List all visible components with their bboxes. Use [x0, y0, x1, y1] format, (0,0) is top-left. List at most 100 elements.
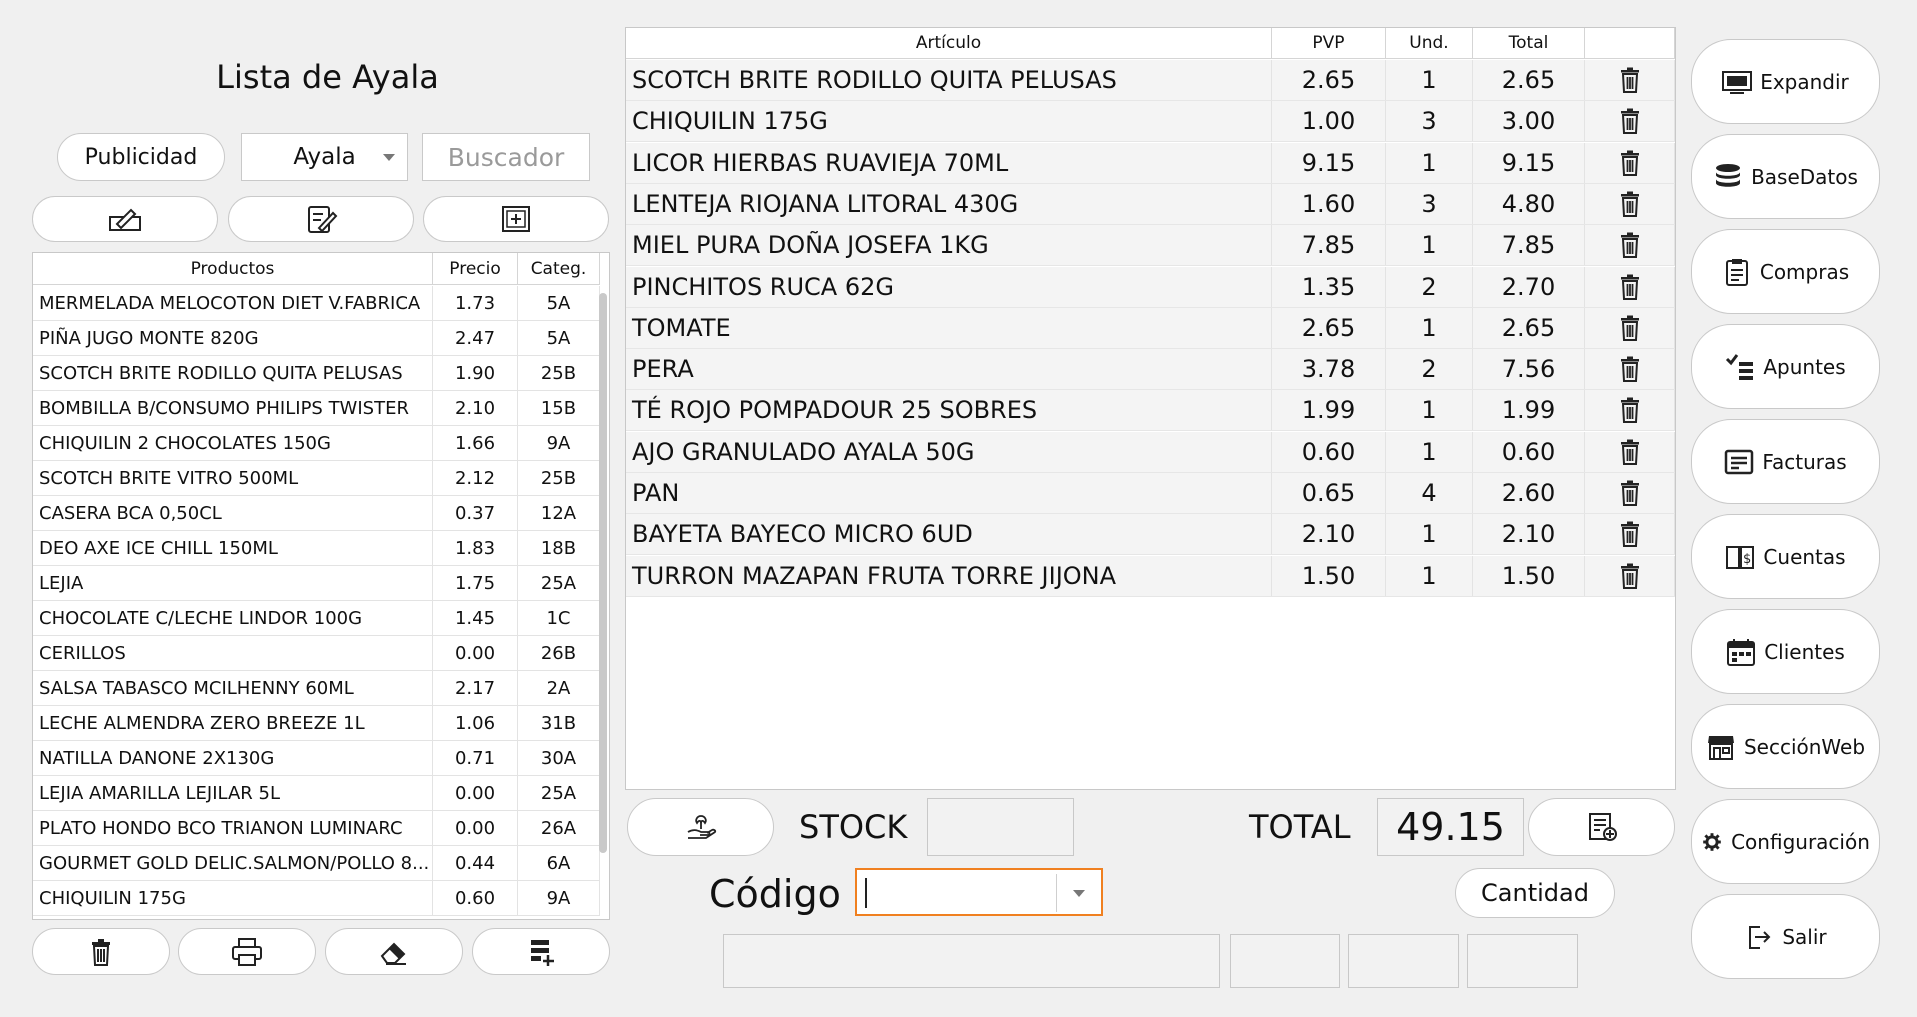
trash-icon[interactable] [1585, 555, 1675, 596]
product-price: 1.66 [433, 426, 518, 460]
cart-item-units: 3 [1386, 183, 1473, 224]
chevron-down-icon[interactable] [1073, 890, 1085, 897]
table-row[interactable]: MERMELADA MELOCOTON DIET V.FABRICA 1.73 5A [33, 286, 600, 321]
trash-icon[interactable] [1585, 101, 1675, 142]
trash-icon[interactable] [1585, 473, 1675, 513]
cart-item-units: 1 [1386, 555, 1473, 596]
table-row[interactable]: BAYETA BAYECO MICRO 6UD 2.10 1 2.10 [626, 514, 1675, 556]
trash-icon[interactable] [1585, 307, 1675, 348]
list-select[interactable]: Ayala [241, 133, 408, 181]
table-row[interactable]: PAN 0.65 4 2.60 [626, 473, 1675, 514]
table-row[interactable]: LEJIA 1.75 25A [33, 566, 600, 601]
add-row-button[interactable] [472, 928, 610, 975]
notes-button[interactable] [228, 196, 414, 242]
column-header-pvp[interactable]: PVP [1272, 28, 1386, 58]
column-header-precio[interactable]: Precio [433, 253, 518, 284]
column-header-total[interactable]: Total [1473, 28, 1585, 58]
codigo-input[interactable] [855, 868, 1103, 916]
trash-icon[interactable] [1585, 266, 1675, 307]
cart-item-name: TOMATE [626, 307, 1272, 348]
table-row[interactable]: PINCHITOS RUCA 62G 1.35 2 2.70 [626, 266, 1675, 308]
table-row[interactable]: LENTEJA RIOJANA LITORAL 430G 1.60 3 4.80 [626, 183, 1675, 225]
trash-icon[interactable] [1585, 349, 1675, 390]
table-row[interactable]: CASERA BCA 0,50CL 0.37 12A [33, 496, 600, 531]
trash-icon[interactable] [1585, 431, 1675, 472]
table-row[interactable]: BOMBILLA B/CONSUMO PHILIPS TWISTER 2.10 15… [33, 391, 600, 426]
table-row[interactable]: AJO GRANULADO AYALA 50G 0.60 1 0.60 [626, 431, 1675, 473]
products-table[interactable]: Productos Precio Categ. MERMELADA MELOCO… [32, 252, 610, 920]
stock-button[interactable] [627, 798, 774, 856]
column-header-categ[interactable]: Categ. [518, 253, 600, 284]
print-button[interactable] [178, 928, 316, 975]
configuracion-button[interactable]: Configuración [1691, 799, 1880, 884]
basedatos-button[interactable]: BaseDatos [1691, 134, 1880, 219]
table-row[interactable]: LEJIA AMARILLA LEJILAR 5L 0.00 25A [33, 776, 600, 811]
trash-icon[interactable] [1585, 225, 1675, 266]
text-caret [865, 878, 867, 908]
table-row[interactable]: SALSA TABASCO MCILHENNY 60ML 2.17 2A [33, 671, 600, 706]
publicidad-button[interactable]: Publicidad [57, 133, 225, 181]
trash-icon[interactable] [1585, 514, 1675, 555]
clear-button[interactable] [325, 928, 463, 975]
trash-icon[interactable] [1585, 183, 1675, 224]
cart-table[interactable]: Artículo PVP Und. Total SCOTCH BRITE ROD… [625, 27, 1676, 790]
checklist-icon [1726, 353, 1754, 380]
products-scrollbar[interactable] [599, 293, 607, 853]
cart-item-units: 2 [1386, 349, 1473, 390]
table-row[interactable]: CERILLOS 0.00 26B [33, 636, 600, 671]
compras-button[interactable]: Compras [1691, 229, 1880, 314]
table-row[interactable]: PERA 3.78 2 7.56 [626, 349, 1675, 391]
delete-list-button[interactable] [32, 928, 170, 975]
product-price: 2.10 [433, 391, 518, 425]
cart-item-pvp: 0.60 [1272, 431, 1386, 472]
table-row[interactable]: MIEL PURA DOÑA JOSEFA 1KG 7.85 1 7.85 [626, 225, 1675, 267]
table-row[interactable]: LECHE ALMENDRA ZERO BREEZE 1L 1.06 31B [33, 706, 600, 741]
search-input[interactable]: Buscador [422, 133, 590, 181]
trash-icon[interactable] [1585, 142, 1675, 183]
trash-icon[interactable] [1585, 60, 1675, 100]
table-row[interactable]: TOMATE 2.65 1 2.65 [626, 307, 1675, 349]
add-product-button[interactable] [423, 196, 609, 242]
chevron-down-icon [383, 154, 395, 161]
edit-product-button[interactable] [32, 196, 218, 242]
product-category: 26A [518, 811, 600, 845]
table-row[interactable]: PIÑA JUGO MONTE 820G 2.47 5A [33, 321, 600, 356]
table-row[interactable]: SCOTCH BRITE VITRO 500ML 2.12 25B [33, 461, 600, 496]
salir-button[interactable]: Salir [1691, 894, 1880, 979]
product-name: DEO AXE ICE CHILL 150ML [33, 531, 433, 565]
table-row[interactable]: CHIQUILIN 2 CHOCOLATES 150G 1.66 9A [33, 426, 600, 461]
table-row[interactable]: PLATO HONDO BCO TRIANON LUMINARC 0.00 26A [33, 811, 600, 846]
table-row[interactable]: CHOCOLATE C/LECHE LINDOR 100G 1.45 1C [33, 601, 600, 636]
table-row[interactable]: SCOTCH BRITE RODILLO QUITA PELUSAS 1.90 25… [33, 356, 600, 391]
product-name: CHIQUILIN 2 CHOCOLATES 150G [33, 426, 433, 460]
table-row[interactable]: LICOR HIERBAS RUAVIEJA 70ML 9.15 1 9.15 [626, 142, 1675, 184]
table-row[interactable]: DEO AXE ICE CHILL 150ML 1.83 18B [33, 531, 600, 566]
cart-item-units: 1 [1386, 431, 1473, 472]
column-header-articulo[interactable]: Artículo [626, 28, 1272, 58]
apuntes-button[interactable]: Apuntes [1691, 324, 1880, 409]
table-row[interactable]: CHIQUILIN 175G 0.60 9A [33, 881, 600, 916]
seccionweb-button[interactable]: SecciónWeb [1691, 704, 1880, 789]
table-row[interactable]: NATILLA DANONE 2X130G 0.71 30A [33, 741, 600, 776]
product-category: 30A [518, 741, 600, 775]
invoice-add-button[interactable] [1528, 798, 1675, 856]
trash-icon[interactable] [1585, 390, 1675, 431]
table-row[interactable]: TURRON MAZAPAN FRUTA TORRE JIJONA 1.50 1 1.… [626, 555, 1675, 597]
expandir-button[interactable]: Expandir [1691, 39, 1880, 124]
clientes-button[interactable]: Clientes [1691, 609, 1880, 694]
column-header-und[interactable]: Und. [1386, 28, 1473, 58]
cart-item-pvp: 1.99 [1272, 390, 1386, 431]
column-header-productos[interactable]: Productos [33, 253, 433, 284]
table-row[interactable]: CHIQUILIN 175G 1.00 3 3.00 [626, 101, 1675, 143]
list-select-value: Ayala [293, 144, 356, 170]
cart-item-total: 2.70 [1473, 266, 1585, 307]
edit-icon [109, 208, 141, 231]
cantidad-button[interactable]: Cantidad [1455, 868, 1615, 918]
cart-item-name: PINCHITOS RUCA 62G [626, 266, 1272, 307]
table-row[interactable]: SCOTCH BRITE RODILLO QUITA PELUSAS 2.65 1 2… [626, 60, 1675, 101]
cart-item-total: 2.65 [1473, 60, 1585, 100]
cuentas-button[interactable]: $ Cuentas [1691, 514, 1880, 599]
facturas-button[interactable]: Facturas [1691, 419, 1880, 504]
table-row[interactable]: TÉ ROJO POMPADOUR 25 SOBRES 1.99 1 1.99 [626, 390, 1675, 432]
table-row[interactable]: GOURMET GOLD DELIC.SALMON/POLLO 8... 0.44… [33, 846, 600, 881]
